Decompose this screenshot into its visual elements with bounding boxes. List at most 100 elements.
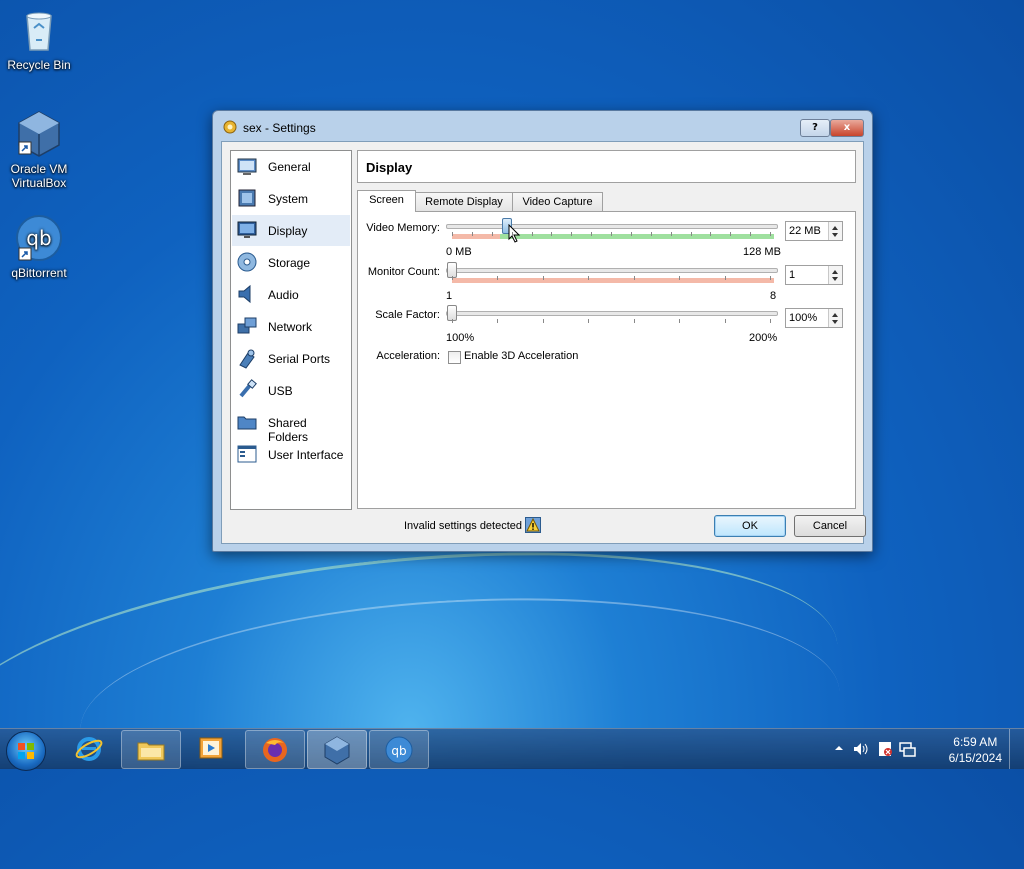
scale-factor-spinbox[interactable]: 100% bbox=[785, 308, 843, 328]
settings-dialog: sex - Settings ? x General System Displa… bbox=[212, 110, 873, 552]
enable-3d-acceleration-checkbox[interactable] bbox=[448, 351, 461, 364]
sidebar-item-label: Storage bbox=[268, 256, 311, 270]
sidebar-item-label: Audio bbox=[268, 288, 299, 302]
tab-screen[interactable]: Screen bbox=[357, 190, 416, 212]
clock[interactable]: 6:59 AM 6/15/2024 bbox=[949, 734, 1002, 766]
serial-ports-icon bbox=[239, 349, 255, 369]
video-memory-slider[interactable] bbox=[446, 224, 778, 229]
monitor-count-slider[interactable] bbox=[446, 268, 778, 273]
slider-tick bbox=[491, 232, 493, 236]
taskbar-media-player[interactable] bbox=[183, 730, 241, 767]
sidebar-item-user-interface[interactable]: User Interface bbox=[232, 439, 350, 470]
action-center-icon[interactable] bbox=[876, 740, 894, 758]
sidebar-item-usb[interactable]: USB bbox=[232, 375, 350, 406]
status-text: Invalid settings detected bbox=[404, 520, 523, 532]
sidebar-item-system[interactable]: System bbox=[232, 183, 350, 214]
taskbar-qbittorrent[interactable]: qb bbox=[369, 730, 429, 769]
taskbar-file-explorer[interactable] bbox=[121, 730, 181, 769]
scale-factor-max-label: 200% bbox=[749, 332, 778, 344]
monitor-count-max-label: 8 bbox=[770, 290, 777, 302]
spin-down-icon[interactable] bbox=[832, 233, 838, 237]
spin-up-icon[interactable] bbox=[832, 270, 838, 274]
spin-up-icon[interactable] bbox=[832, 226, 838, 230]
sidebar-item-general[interactable]: General bbox=[232, 151, 350, 182]
show-desktop-button[interactable] bbox=[1009, 729, 1024, 769]
desktop-icon-recycle-bin[interactable]: Recycle Bin bbox=[0, 6, 78, 72]
monitor-count-label: Monitor Count: bbox=[367, 266, 440, 278]
slider-tick bbox=[588, 319, 590, 323]
desktop-icon-label: Oracle VM VirtualBox bbox=[10, 162, 68, 190]
video-memory-valid-range bbox=[500, 234, 774, 239]
video-memory-value: 22 MB bbox=[789, 225, 821, 237]
show-hidden-icons-icon[interactable] bbox=[834, 743, 844, 753]
tab-label: Screen bbox=[369, 194, 404, 206]
sidebar-item-label: User Interface bbox=[268, 448, 344, 462]
taskbar-firefox[interactable] bbox=[245, 730, 305, 769]
monitor-count-range bbox=[452, 278, 774, 283]
svg-text:qb: qb bbox=[391, 744, 406, 758]
qbittorrent-icon: qb bbox=[15, 214, 63, 262]
monitor-count-spinbox[interactable]: 1 bbox=[785, 265, 843, 285]
tab-label: Video Capture bbox=[522, 196, 593, 208]
general-icon bbox=[237, 158, 257, 175]
ok-button[interactable]: OK bbox=[714, 515, 786, 537]
desktop-icon-qbittorrent[interactable]: qb qBittorrent bbox=[0, 214, 78, 280]
spin-up-icon[interactable] bbox=[832, 313, 838, 317]
scale-factor-label: Scale Factor: bbox=[375, 309, 440, 321]
taskbar-virtualbox[interactable] bbox=[307, 730, 367, 769]
spin-down-icon[interactable] bbox=[832, 320, 838, 324]
sidebar-item-display[interactable]: Display bbox=[232, 215, 350, 246]
volume-icon[interactable] bbox=[852, 740, 870, 758]
title-bar[interactable]: sex - Settings ? x bbox=[213, 111, 872, 141]
sidebar-item-network[interactable]: Network bbox=[232, 311, 350, 342]
slider-tick bbox=[571, 232, 573, 236]
scale-factor-min-label: 100% bbox=[446, 332, 475, 344]
network-status-icon[interactable] bbox=[898, 740, 916, 758]
acceleration-label: Acceleration: bbox=[376, 350, 440, 362]
cancel-button[interactable]: Cancel bbox=[794, 515, 866, 537]
slider-tick bbox=[531, 232, 533, 236]
tab-remote-display[interactable]: Remote Display bbox=[415, 192, 513, 211]
audio-icon bbox=[238, 284, 251, 304]
start-button[interactable] bbox=[6, 731, 46, 771]
dialog-title: sex - Settings bbox=[243, 121, 316, 135]
tab-video-capture[interactable]: Video Capture bbox=[512, 192, 603, 211]
close-button[interactable]: x bbox=[830, 119, 864, 137]
scale-factor-value: 100% bbox=[789, 312, 818, 324]
storage-icon bbox=[237, 252, 257, 272]
slider-tick bbox=[542, 276, 544, 280]
video-memory-min-label: 0 MB bbox=[446, 246, 472, 258]
system-tray: 6:59 AM 6/15/2024 bbox=[834, 729, 1024, 769]
warning-icon[interactable] bbox=[525, 517, 541, 533]
sidebar-item-serial-ports[interactable]: Serial Ports bbox=[232, 343, 350, 374]
spin-arrows[interactable] bbox=[828, 309, 842, 327]
spin-arrows[interactable] bbox=[828, 266, 842, 284]
page-title: Display bbox=[366, 160, 413, 175]
slider-tick bbox=[650, 232, 652, 236]
enable-3d-acceleration-label[interactable]: Enable 3D Acceleration bbox=[464, 350, 578, 362]
sidebar-item-label: Network bbox=[268, 320, 313, 334]
help-button[interactable]: ? bbox=[800, 119, 830, 137]
sidebar-item-storage[interactable]: Storage bbox=[232, 247, 350, 278]
settings-gear-icon bbox=[223, 120, 237, 134]
slider-tick bbox=[588, 276, 590, 280]
spin-arrows[interactable] bbox=[828, 222, 842, 240]
recycle-bin-icon bbox=[15, 6, 63, 54]
monitor-count-value: 1 bbox=[789, 269, 796, 281]
video-memory-max-label: 128 MB bbox=[743, 246, 781, 258]
slider-tick bbox=[770, 276, 771, 280]
video-memory-label: Video Memory: bbox=[366, 222, 440, 234]
sidebar-item-audio[interactable]: Audio bbox=[232, 279, 350, 310]
slider-tick bbox=[724, 319, 726, 323]
video-memory-spinbox[interactable]: 22 MB bbox=[785, 221, 843, 241]
slider-tick bbox=[497, 319, 499, 323]
display-icon bbox=[237, 221, 257, 238]
firefox-icon bbox=[263, 738, 287, 762]
desktop-icon-label: qBittorrent bbox=[11, 266, 67, 280]
desktop-icon-virtualbox[interactable]: Oracle VM VirtualBox bbox=[0, 110, 78, 190]
scale-factor-slider[interactable] bbox=[446, 311, 778, 316]
spin-down-icon[interactable] bbox=[832, 277, 838, 281]
virtualbox-icon bbox=[324, 736, 350, 765]
taskbar-internet-explorer[interactable] bbox=[60, 730, 118, 767]
sidebar-item-shared-folders[interactable]: Shared Folders bbox=[232, 407, 350, 444]
